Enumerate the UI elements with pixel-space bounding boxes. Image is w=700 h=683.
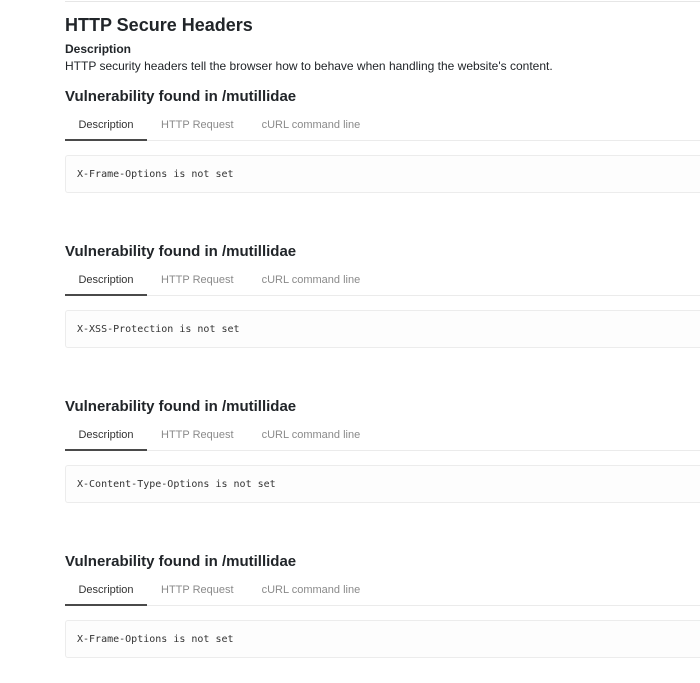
detail-text: X-Frame-Options is not set [77,633,234,645]
page-title: HTTP Secure Headers [65,15,253,35]
detail-code-box: X-Frame-Options is not set [65,155,700,193]
tab-description[interactable]: Description [65,110,147,141]
tab-http-request[interactable]: HTTP Request [147,420,248,450]
tab-curl-command-line[interactable]: cURL command line [248,110,375,140]
tab-http-request[interactable]: HTTP Request [147,110,248,140]
vulnerability-title: Vulnerability found in /mutillidae [65,398,297,415]
vulnerability-section: Vulnerability found in /mutillidae Descr… [65,243,700,348]
detail-text: X-Content-Type-Options is not set [77,478,276,490]
tab-curl-command-line[interactable]: cURL command line [248,265,375,295]
tab-bar: Description HTTP Request cURL command li… [65,420,700,451]
detail-text: X-Frame-Options is not set [77,168,234,180]
tab-http-request[interactable]: HTTP Request [147,265,248,295]
vulnerability-title: Vulnerability found in /mutillidae [65,243,297,260]
report-page: HTTP Secure Headers Description HTTP sec… [0,0,700,683]
vulnerability-section: Vulnerability found in /mutillidae Descr… [65,88,700,193]
vulnerability-title: Vulnerability found in /mutillidae [65,88,297,105]
vulnerability-title: Vulnerability found in /mutillidae [65,553,297,570]
report-header: HTTP Secure Headers Description HTTP sec… [65,14,700,74]
tab-curl-command-line[interactable]: cURL command line [248,420,375,450]
detail-code-box: X-Frame-Options is not set [65,620,700,658]
vulnerability-section: Vulnerability found in /mutillidae Descr… [65,553,700,658]
tab-bar: Description HTTP Request cURL command li… [65,265,700,296]
tab-bar: Description HTTP Request cURL command li… [65,110,700,141]
tab-bar: Description HTTP Request cURL command li… [65,575,700,606]
detail-text: X-XSS-Protection is not set [77,323,240,335]
tab-curl-command-line[interactable]: cURL command line [248,575,375,605]
tab-http-request[interactable]: HTTP Request [147,575,248,605]
description-text: HTTP security headers tell the browser h… [65,59,553,73]
detail-code-box: X-XSS-Protection is not set [65,310,700,348]
tab-description[interactable]: Description [65,575,147,606]
detail-code-box: X-Content-Type-Options is not set [65,465,700,503]
description-heading: Description [65,42,132,56]
tab-description[interactable]: Description [65,265,147,296]
tab-description[interactable]: Description [65,420,147,451]
vulnerability-section: Vulnerability found in /mutillidae Descr… [65,398,700,503]
top-divider [65,1,700,2]
